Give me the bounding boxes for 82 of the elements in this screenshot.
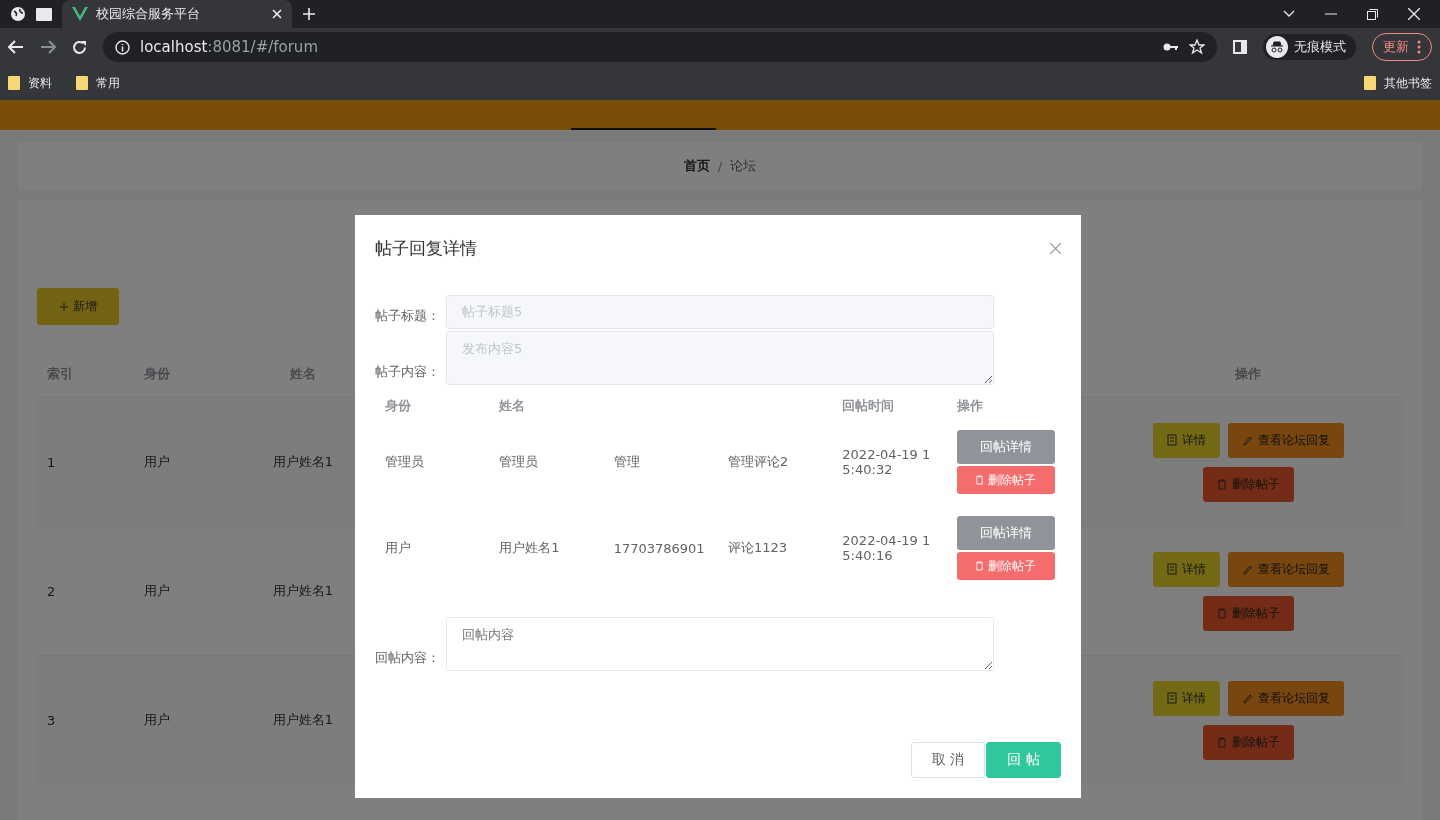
column-header: 回帖时间 — [841, 397, 896, 415]
details-button[interactable]: 详情 — [1152, 551, 1220, 587]
trash-icon — [975, 475, 985, 485]
trash-icon — [1216, 478, 1227, 490]
column-header: 操作 — [955, 397, 984, 415]
table-cell: 用户姓名1 — [272, 712, 334, 727]
field-label: 回帖内容： — [375, 649, 441, 667]
close-icon[interactable] — [1408, 8, 1420, 20]
table-cell: 2022-04-19 15:40:16 — [842, 533, 931, 563]
table-cell: 用户 — [385, 540, 411, 555]
table-cell: 用户姓名1 — [272, 583, 334, 598]
table-cell: 用户 — [134, 397, 228, 527]
forward-arrow-icon[interactable] — [40, 40, 56, 54]
key-icon[interactable] — [1163, 42, 1179, 52]
folder-icon — [8, 76, 20, 90]
close-icon[interactable] — [272, 9, 282, 19]
star-icon[interactable] — [1189, 39, 1205, 55]
view-replies-button[interactable]: 查看论坛回复 — [1227, 551, 1344, 587]
back-arrow-icon[interactable] — [8, 40, 24, 54]
add-button[interactable]: 新增 — [37, 288, 119, 325]
details-button[interactable]: 详情 — [1152, 680, 1220, 716]
incognito-icon — [1266, 36, 1288, 58]
trash-icon — [1216, 736, 1227, 748]
table-cell: 评论1123 — [728, 540, 788, 555]
cancel-button[interactable]: 取 消 — [911, 742, 985, 778]
bookmark[interactable]: 资料 — [28, 74, 52, 92]
incognito-profile[interactable]: 无痕模式 — [1263, 34, 1356, 60]
table-cell: 1 — [37, 397, 134, 527]
info-icon — [115, 39, 130, 55]
delete-button[interactable]: 删除帖子 — [956, 466, 1055, 494]
document-icon — [1166, 434, 1177, 446]
new-tab-icon[interactable] — [302, 7, 316, 21]
restore-icon[interactable] — [1367, 8, 1378, 20]
more-icon — [1417, 40, 1421, 54]
column-header: 姓名 — [498, 397, 527, 415]
document-icon — [1166, 563, 1177, 575]
details-button[interactable]: 详情 — [1152, 422, 1220, 458]
field-label: 帖子内容： — [375, 363, 441, 381]
browser-tab[interactable]: 校园综合服务平台 — [62, 0, 292, 28]
address-bar[interactable]: localhost:8081/#/forum — [103, 32, 1217, 62]
close-button[interactable] — [1050, 242, 1061, 254]
globe-icon[interactable] — [10, 6, 26, 22]
reply-details-button[interactable]: 回帖详情 — [956, 430, 1055, 464]
delete-button[interactable]: 删除帖子 — [1202, 466, 1294, 502]
view-replies-button[interactable]: 查看论坛回复 — [1227, 422, 1344, 458]
table-cell: 管理员 — [385, 454, 424, 469]
breadcrumb-item[interactable]: 论坛 — [730, 157, 757, 175]
table-cell: 管理员 — [499, 454, 539, 469]
folder-icon — [1364, 76, 1376, 90]
v-logo-icon — [72, 7, 88, 21]
table-cell: 用户姓名1 — [499, 540, 560, 555]
table-cell: 管理评论2 — [728, 454, 789, 469]
edit-icon — [1241, 434, 1253, 446]
edit-icon — [1241, 692, 1253, 704]
reload-icon[interactable] — [72, 39, 87, 55]
trash-icon — [975, 561, 985, 571]
tab-icon[interactable] — [36, 7, 52, 21]
column-header: 身份 — [384, 397, 412, 415]
dialog-title: 帖子回复详情 — [375, 236, 477, 260]
breadcrumb-separator: / — [717, 158, 723, 174]
plus-icon — [59, 302, 68, 311]
chevron-down-icon[interactable] — [1283, 10, 1295, 18]
reply-details-button[interactable]: 回帖详情 — [956, 516, 1055, 550]
view-replies-button[interactable]: 查看论坛回复 — [1227, 680, 1344, 716]
document-icon — [1166, 692, 1177, 704]
delete-button[interactable]: 删除帖子 — [1202, 724, 1294, 760]
delete-button[interactable]: 删除帖子 — [956, 552, 1055, 580]
side-panel-icon[interactable] — [1233, 40, 1247, 54]
breadcrumb-item[interactable]: 首页 — [683, 157, 710, 175]
field-label: 帖子标题： — [375, 307, 441, 325]
reply-field[interactable]: 回帖内容 — [446, 617, 994, 671]
table-cell: 管理 — [613, 454, 640, 469]
delete-button[interactable]: 删除帖子 — [1202, 595, 1294, 631]
trash-icon — [1216, 607, 1227, 619]
table-cell: 2022-04-19 15:40:32 — [842, 447, 931, 477]
table-cell: 用户姓名1 — [272, 454, 334, 469]
table-cell: 17703786901 — [613, 540, 705, 556]
folder-icon — [76, 76, 88, 90]
bookmark-folder[interactable]: 其他书签 — [1384, 74, 1432, 92]
submit-button[interactable]: 回 帖 — [986, 742, 1061, 778]
edit-icon — [1241, 563, 1253, 575]
bookmark[interactable]: 常用 — [96, 74, 120, 92]
